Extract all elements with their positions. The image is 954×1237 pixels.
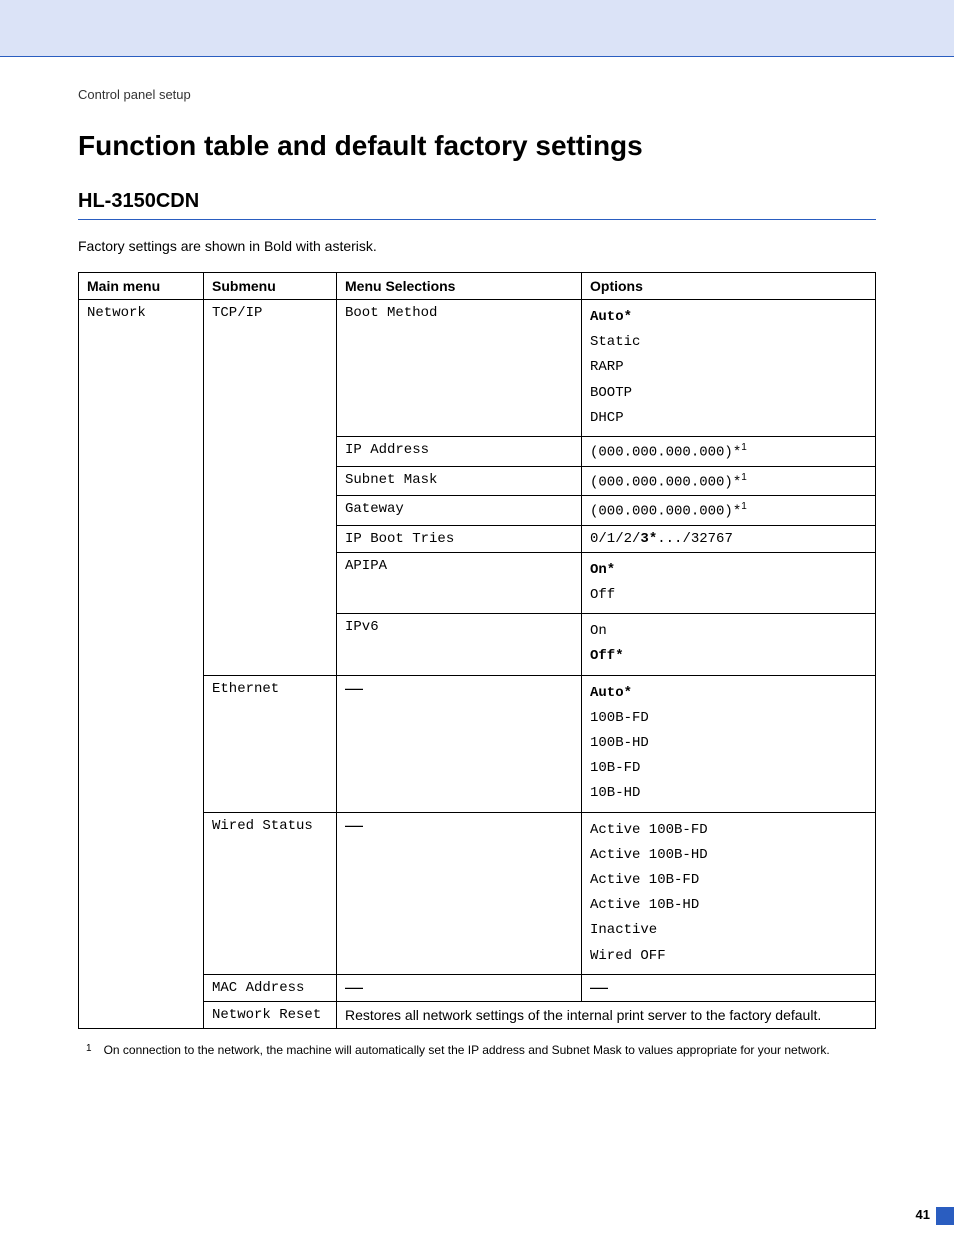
function-table: Main menu Submenu Menu Selections Option… [78,272,876,1029]
opt-ip-boot-tries: 0/1/2/3*.../32767 [582,525,876,552]
opt: 10B-FD [590,756,867,781]
sel-ethernet: — [337,675,582,812]
opt-text: (000.000.000.000)* [590,504,741,520]
sel-ip-boot-tries: IP Boot Tries [337,525,582,552]
model-subtitle: HL-3150CDN [78,190,876,213]
opt: 10B-HD [590,781,867,806]
opt: Off [590,583,867,608]
opt-bold: 3* [640,531,657,547]
col-options: Options [582,273,876,300]
network-reset-desc: Restores all network settings of the int… [337,1001,876,1028]
opt-boot-method: Auto* Static RARP BOOTP DHCP [582,300,876,437]
dash-icon: — [590,977,608,997]
sel-mac-address: — [337,974,582,1001]
opt: Active 100B-FD [590,818,867,843]
submenu-mac-address: MAC Address [204,974,337,1001]
table-header-row: Main menu Submenu Menu Selections Option… [79,273,876,300]
opt: RARP [590,355,867,380]
submenu-tcpip: TCP/IP [204,300,337,676]
opt-text: (000.000.000.000)* [590,474,741,490]
footnote-ref-icon: 1 [741,442,747,453]
opt-gateway: (000.000.000.000)*1 [582,496,876,526]
sel-ip-address: IP Address [337,436,582,466]
footnote-text: On connection to the network, the machin… [104,1043,830,1057]
page-number-accent [936,1207,954,1225]
sel-gateway: Gateway [337,496,582,526]
breadcrumb: Control panel setup [78,87,876,102]
opt-ipv6: On Off* [582,614,876,675]
accent-rule [78,219,876,220]
footnote: 1 On connection to the network, the mach… [78,1043,876,1057]
col-submenu: Submenu [204,273,337,300]
opt: 100B-HD [590,731,867,756]
opt: Static [590,330,867,355]
opt: Active 10B-FD [590,868,867,893]
intro-text: Factory settings are shown in Bold with … [78,238,876,254]
opt-subnet-mask: (000.000.000.000)*1 [582,466,876,496]
opt: Auto* [590,681,867,706]
opt: On* [590,558,867,583]
opt-mac-address: — [582,974,876,1001]
sel-ipv6: IPv6 [337,614,582,675]
table-row: Network TCP/IP Boot Method Auto* Static … [79,300,876,437]
opt-wired-status: Active 100B-FD Active 100B-HD Active 10B… [582,812,876,974]
opt-pre: 0/1/2/ [590,531,640,547]
opt: On [590,619,867,644]
sel-apipa: APIPA [337,552,582,613]
opt-text: (000.000.000.000)* [590,445,741,461]
page-title: Function table and default factory setti… [78,130,876,162]
opt: DHCP [590,406,867,431]
col-main-menu: Main menu [79,273,204,300]
opt-ethernet: Auto* 100B-FD 100B-HD 10B-FD 10B-HD [582,675,876,812]
opt: Inactive [590,918,867,943]
sel-boot-method: Boot Method [337,300,582,437]
opt: 100B-FD [590,706,867,731]
opt-post: .../32767 [657,531,733,547]
main-menu-cell: Network [79,300,204,1029]
footnote-ref-icon: 1 [741,472,747,483]
dash-icon: — [345,678,363,698]
submenu-wired-status: Wired Status [204,812,337,974]
sel-subnet-mask: Subnet Mask [337,466,582,496]
submenu-network-reset: Network Reset [204,1001,337,1028]
dash-icon: — [345,815,363,835]
opt: Wired OFF [590,944,867,969]
opt: Auto* [590,305,867,330]
footnote-number: 1 [86,1043,92,1057]
submenu-ethernet: Ethernet [204,675,337,812]
page-footer: 41 [78,1207,876,1237]
opt: BOOTP [590,381,867,406]
col-menu-sel: Menu Selections [337,273,582,300]
opt-apipa: On* Off [582,552,876,613]
opt: Off* [590,644,867,669]
opt-ip-address: (000.000.000.000)*1 [582,436,876,466]
footnote-ref-icon: 1 [741,501,747,512]
opt: Active 100B-HD [590,843,867,868]
opt: Active 10B-HD [590,893,867,918]
header-band [0,0,954,57]
dash-icon: — [345,977,363,997]
sel-wired-status: — [337,812,582,974]
page-number: 41 [916,1207,930,1222]
